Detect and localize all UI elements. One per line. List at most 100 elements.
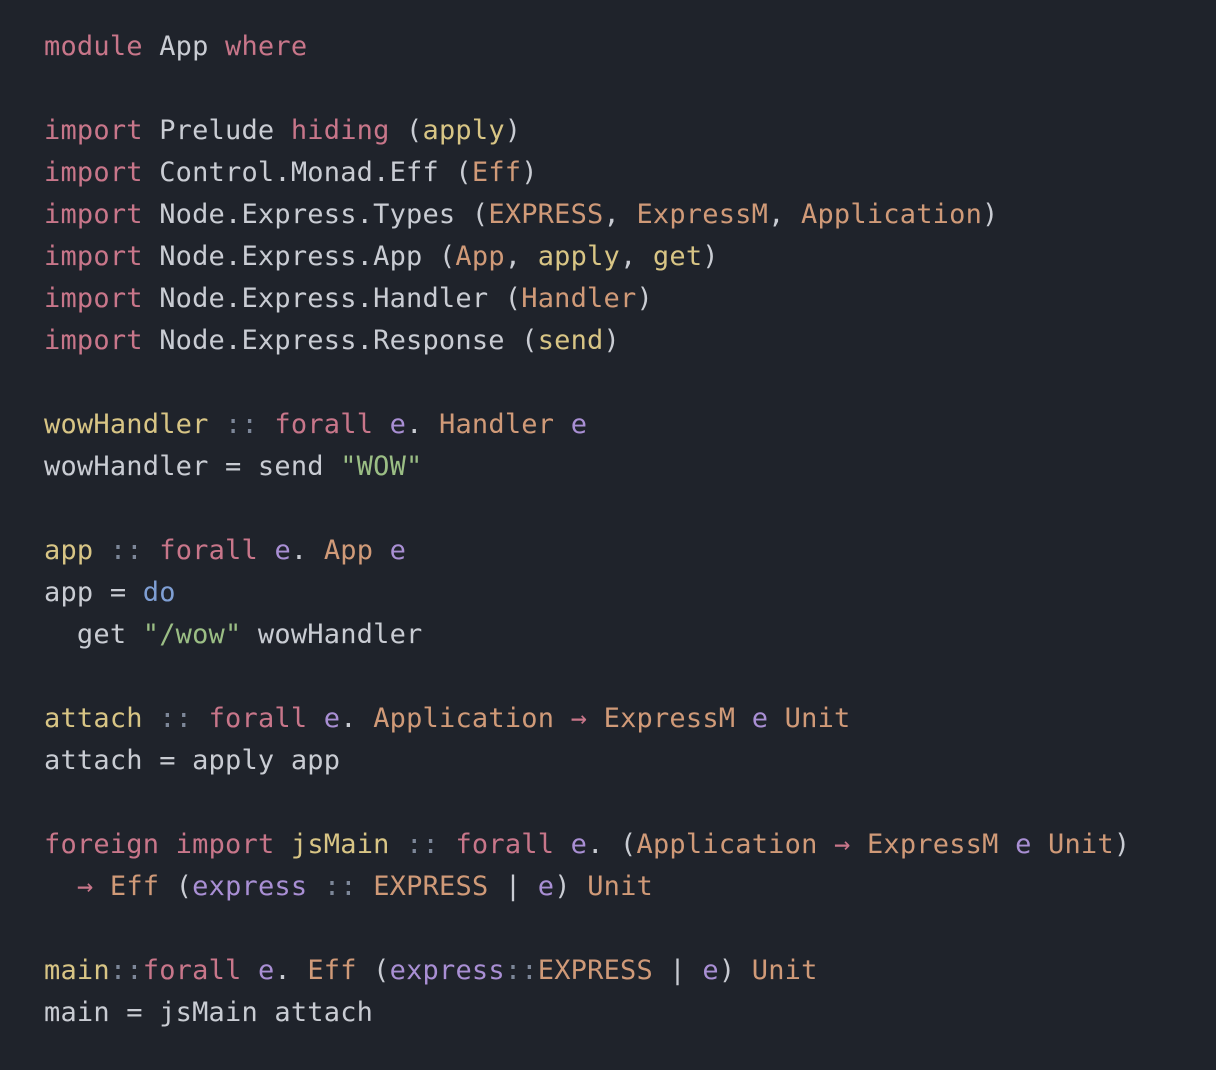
code-token: get — [44, 619, 143, 650]
code-token: import — [44, 115, 143, 146]
code-token: attach — [44, 703, 143, 734]
code-token: ( — [159, 871, 193, 902]
code-token: ExpressM — [636, 199, 769, 230]
code-line: main::forall e. Eff (express::EXPRESS | … — [44, 950, 1216, 992]
code-token: e — [537, 871, 555, 902]
code-token: jsMain — [290, 829, 390, 860]
code-line: get "/wow" wowHandler — [44, 614, 1216, 656]
code-token: , — [619, 241, 653, 272]
code-token: e — [323, 703, 341, 734]
code-token: . — [290, 535, 324, 566]
code-token: Unit — [1048, 829, 1114, 860]
code-token: . — [406, 409, 440, 440]
code-line: import Node.Express.Types (EXPRESS, Expr… — [44, 194, 1216, 236]
code-token: Prelude — [142, 115, 291, 146]
code-token: , — [603, 199, 637, 230]
code-token: express — [389, 955, 505, 986]
code-token: import — [44, 325, 143, 356]
code-line: attach = apply app — [44, 740, 1216, 782]
code-token: . — [274, 955, 308, 986]
code-token: , — [768, 199, 802, 230]
code-token: where — [225, 31, 308, 62]
code-token: Unit — [587, 871, 654, 902]
code-token: Eff — [109, 871, 160, 902]
code-line: wowHandler :: forall e. Handler e — [44, 404, 1216, 446]
code-token: ) — [636, 283, 653, 314]
code-token: app = — [44, 577, 143, 608]
code-line: app = do — [44, 572, 1216, 614]
code-line: import Node.Express.Response (send) — [44, 320, 1216, 362]
code-token: ) — [603, 325, 620, 356]
code-token: :: — [159, 703, 193, 734]
code-token: wowHandler — [241, 619, 423, 650]
code-token: Application — [373, 703, 555, 734]
code-token: Node.Express.Types — [142, 199, 472, 230]
code-token: e — [751, 703, 769, 734]
code-line: module App where — [44, 26, 1216, 68]
code-editor[interactable]: module App where import Prelude hiding (… — [0, 0, 1216, 1070]
code-token: import — [44, 283, 143, 314]
code-token: wowHandler — [44, 409, 209, 440]
code-token: Node.Express.Handler — [142, 283, 505, 314]
code-line: main = jsMain attach — [44, 992, 1216, 1034]
code-token: e — [702, 955, 719, 986]
code-line: import Control.Monad.Eff (Eff) — [44, 152, 1216, 194]
code-line: import Prelude hiding (apply) — [44, 110, 1216, 152]
code-token: ) — [702, 241, 719, 272]
code-token: | — [652, 955, 703, 986]
code-token: → — [570, 703, 588, 734]
code-token: → — [834, 829, 851, 860]
code-line: import Node.Express.App (App, apply, get… — [44, 236, 1216, 278]
code-token: forall — [274, 409, 374, 440]
code-token: ( — [521, 325, 538, 356]
code-token: ( — [389, 115, 423, 146]
code-token: import — [44, 157, 143, 188]
code-token: forall — [455, 829, 555, 860]
code-token: ( — [356, 955, 390, 986]
code-token: ) — [554, 871, 588, 902]
code-token: "WOW" — [340, 451, 423, 482]
code-token: get — [652, 241, 703, 272]
code-token: e — [274, 535, 291, 566]
code-line: foreign import jsMain :: forall e. (Appl… — [44, 824, 1216, 866]
code-token: Eff — [471, 157, 522, 188]
code-token: ) — [504, 115, 522, 146]
code-token: ( — [455, 157, 472, 188]
code-token: Unit — [784, 703, 851, 734]
code-token: Node.Express.Response — [142, 325, 522, 356]
code-token: ExpressM — [603, 703, 736, 734]
code-token: Handler — [521, 283, 637, 314]
code-token: EXPRESS — [488, 199, 604, 230]
code-token: ) — [1113, 829, 1131, 860]
code-token: import — [44, 199, 143, 230]
code-line: app :: forall e. App e — [44, 530, 1216, 572]
code-token: EXPRESS — [373, 871, 489, 902]
code-token: e — [1015, 829, 1032, 860]
code-token: e — [389, 409, 407, 440]
code-token: App — [323, 535, 374, 566]
code-token: forall — [208, 703, 308, 734]
code-token: express — [192, 871, 308, 902]
code-token: EXPRESS — [537, 955, 653, 986]
code-token: ) — [982, 199, 999, 230]
